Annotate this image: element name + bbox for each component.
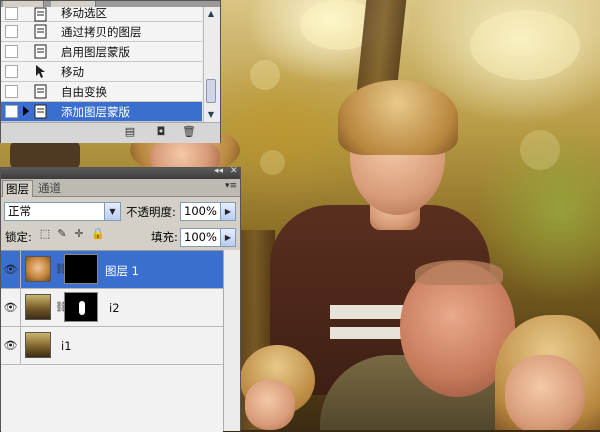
panel-title-bar[interactable]: ◂◂ ✕ <box>1 166 240 179</box>
history-state-icon <box>34 24 47 39</box>
opacity-slider-arrow-icon[interactable]: ▶ <box>220 203 235 220</box>
history-panel: 移动选区 通过拷贝的图层 启用图层蒙版 移动 自由变换 添加图层蒙版 ▲ ▼ ▤… <box>0 0 221 143</box>
layers-list: 👁 ⛓ 图层 1 👁 ⛓ i2 👁 i1 <box>1 250 223 432</box>
delete-state-icon[interactable]: 🗑 <box>182 126 196 138</box>
history-state-icon <box>34 104 47 119</box>
lock-position-icon[interactable]: ✛ <box>73 228 85 240</box>
tab-layers[interactable]: 图层 <box>2 180 33 197</box>
fill-slider-arrow-icon[interactable]: ▶ <box>220 229 235 246</box>
layer-mask-thumbnail[interactable] <box>64 254 98 284</box>
history-state-icon <box>34 7 47 22</box>
snapshot-source-checkbox[interactable] <box>5 85 18 98</box>
close-icon[interactable]: ✕ <box>230 166 238 176</box>
history-item-label: 通过拷贝的图层 <box>61 25 142 39</box>
history-item-label: 移动选区 <box>61 6 107 20</box>
chevron-down-icon[interactable]: ▼ <box>104 203 120 220</box>
history-footer: ▤ ◘ 🗑 <box>1 122 220 143</box>
eye-icon[interactable]: 👁 <box>1 327 21 364</box>
layers-tab-bar: 图层 通道 ▾≡ <box>1 179 240 197</box>
scroll-down-icon[interactable]: ▼ <box>205 109 217 121</box>
new-document-from-state-icon[interactable]: ▤ <box>124 126 136 138</box>
layers-scrollbar[interactable] <box>223 250 240 431</box>
history-scrollbar[interactable]: ▲ ▼ <box>203 7 219 122</box>
layer-mask-thumbnail[interactable] <box>64 292 98 322</box>
opacity-label: 不透明度: <box>126 205 176 219</box>
lock-image-pixels-icon[interactable]: ✎ <box>56 228 68 240</box>
snapshot-source-checkbox[interactable] <box>5 25 18 38</box>
blend-mode-value: 正常 <box>8 204 31 218</box>
history-item[interactable]: 移动选区 <box>1 6 202 22</box>
history-item[interactable]: 通过拷贝的图层 <box>1 22 202 42</box>
layers-panel: ◂◂ ✕ 图层 通道 ▾≡ 正常 ▼ 不透明度: 100% ▶ 锁定: ⬚ ✎ … <box>0 166 241 432</box>
lock-all-icon[interactable]: 🔒 <box>91 228 105 240</box>
snapshot-source-checkbox[interactable] <box>5 7 18 20</box>
layer-name[interactable]: 图层 1 <box>105 263 139 279</box>
opacity-value: 100% <box>184 204 217 218</box>
opacity-field[interactable]: 100% ▶ <box>180 202 236 221</box>
panel-menu-icon[interactable]: ▾≡ <box>225 181 237 191</box>
snapshot-source-checkbox[interactable] <box>5 65 18 78</box>
layer-row[interactable]: 👁 ⛓ i2 <box>1 289 223 327</box>
layer-name[interactable]: i1 <box>61 339 72 353</box>
eye-icon[interactable]: 👁 <box>1 251 21 288</box>
move-tool-icon <box>36 65 45 78</box>
tab-channels[interactable]: 通道 <box>35 180 64 196</box>
layer-thumbnail[interactable] <box>25 332 51 358</box>
collapse-icon[interactable]: ◂◂ <box>214 166 223 176</box>
eye-icon[interactable]: 👁 <box>1 289 21 326</box>
layer-row[interactable]: 👁 i1 <box>1 327 223 365</box>
history-item[interactable]: 自由变换 <box>1 82 202 102</box>
history-state-icon <box>34 84 47 99</box>
snapshot-source-checkbox[interactable] <box>5 45 18 58</box>
history-item[interactable]: 启用图层蒙版 <box>1 42 202 62</box>
blend-mode-select[interactable]: 正常 ▼ <box>4 202 121 221</box>
history-item-current[interactable]: 添加图层蒙版 <box>1 102 202 122</box>
layer-thumbnail[interactable] <box>25 256 51 282</box>
scrollbar-thumb[interactable] <box>206 79 216 103</box>
history-item[interactable]: 移动 <box>1 62 202 82</box>
lock-transparent-pixels-icon[interactable]: ⬚ <box>39 228 51 240</box>
history-item-label: 自由变换 <box>61 85 107 99</box>
fill-field[interactable]: 100% ▶ <box>180 228 236 247</box>
lock-label: 锁定: <box>5 230 32 244</box>
scroll-up-icon[interactable]: ▲ <box>205 8 217 20</box>
fill-label: 填充: <box>151 230 178 244</box>
history-item-label: 添加图层蒙版 <box>61 105 130 119</box>
snapshot-source-checkbox[interactable] <box>5 105 18 118</box>
layer-name[interactable]: i2 <box>109 301 120 315</box>
new-snapshot-icon[interactable]: ◘ <box>155 126 167 138</box>
layer-thumbnail[interactable] <box>25 294 51 320</box>
fill-value: 100% <box>184 230 217 244</box>
history-state-icon <box>34 44 47 59</box>
layer-row[interactable]: 👁 ⛓ 图层 1 <box>1 251 223 289</box>
history-state-slider-icon[interactable] <box>23 106 29 116</box>
history-item-label: 启用图层蒙版 <box>61 45 130 59</box>
history-item-label: 移动 <box>61 65 84 79</box>
